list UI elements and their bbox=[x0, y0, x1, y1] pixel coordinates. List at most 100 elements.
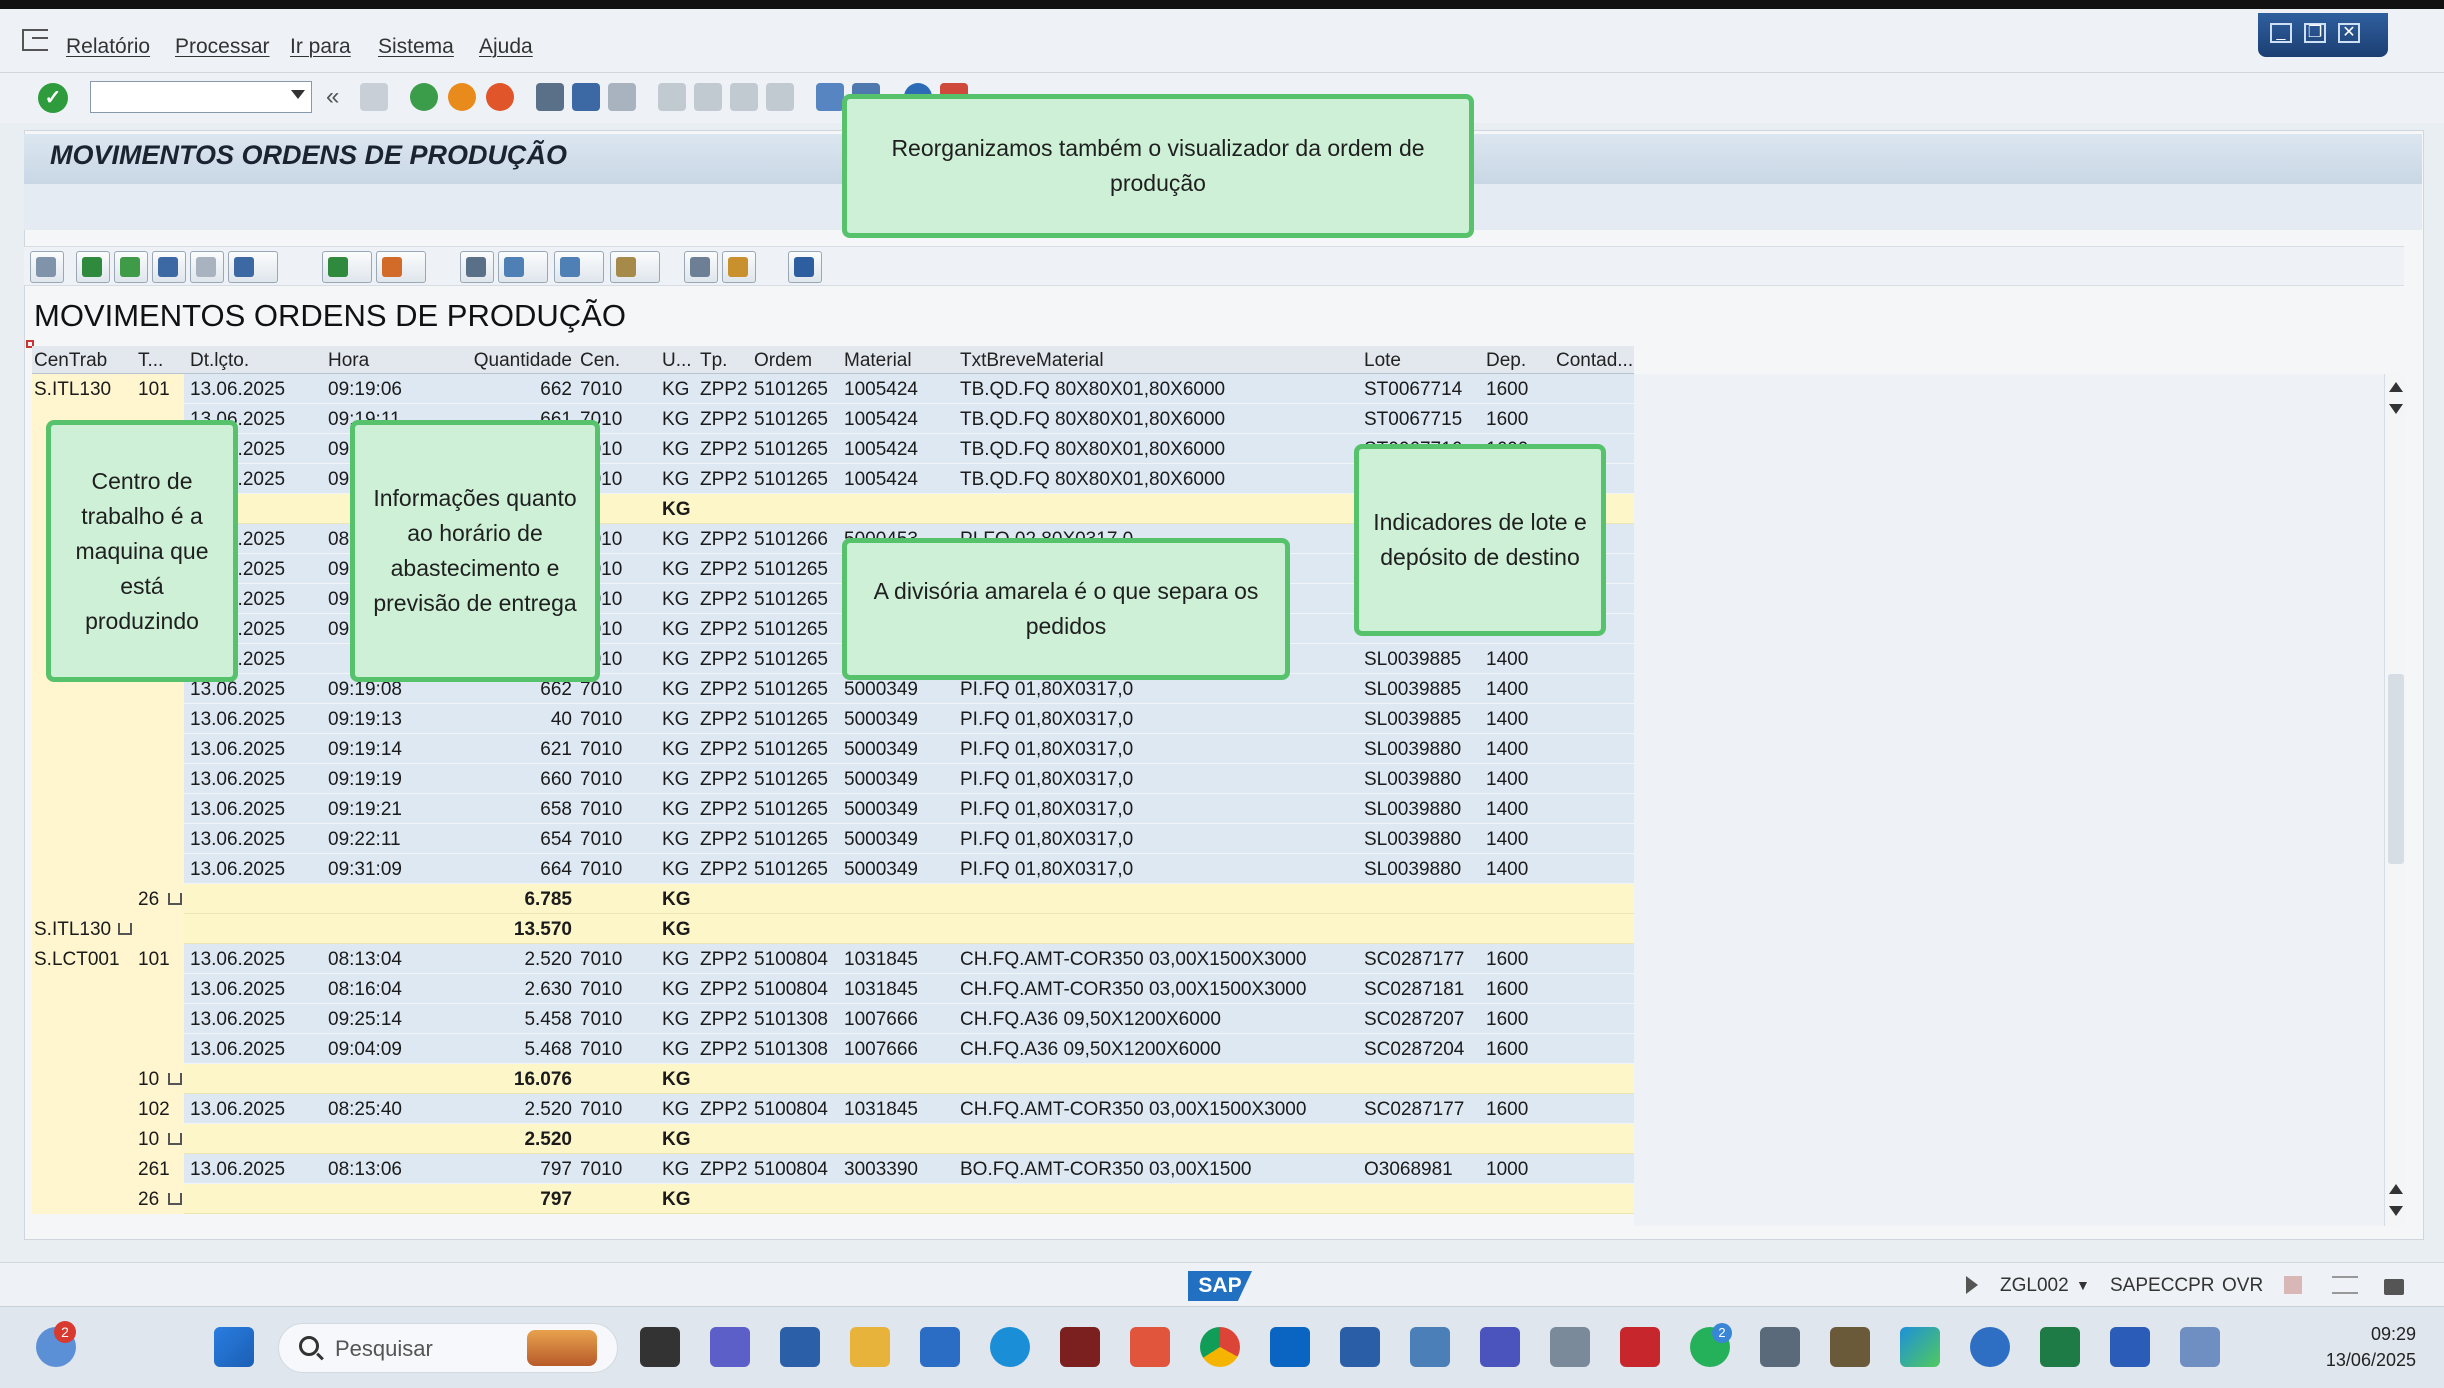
vertical-scrollbar[interactable] bbox=[2384, 374, 2406, 1226]
chevron-down-icon[interactable]: ▼ bbox=[2076, 1277, 2090, 1293]
export-button[interactable] bbox=[554, 251, 604, 283]
column-header-movement-type[interactable]: T... bbox=[138, 350, 186, 372]
taskbar-search[interactable]: Pesquisar bbox=[278, 1323, 618, 1373]
menu-processar[interactable]: Processar bbox=[175, 35, 270, 59]
table-row[interactable]: 13.06.202509:19:116617010KGZPP2510126510… bbox=[32, 404, 1634, 434]
column-header-order[interactable]: Ordem bbox=[754, 350, 840, 372]
cancel-icon[interactable] bbox=[486, 83, 514, 111]
print-preview-button[interactable] bbox=[460, 251, 494, 283]
details-button[interactable] bbox=[30, 251, 64, 283]
sap-gui-icon[interactable] bbox=[1410, 1327, 1450, 1367]
table-row[interactable]: 13.06.2025 09:19:13 40 7010 KG ZPP2 5101265 500… bbox=[32, 704, 1634, 734]
chevron-down-icon[interactable] bbox=[291, 90, 305, 99]
column-header-unit[interactable]: U... bbox=[662, 350, 698, 372]
subtotal-row[interactable]: S.ITL13013.570KG23 bbox=[32, 914, 1658, 944]
table-row[interactable]: 13.06.20257010KGZPP25101265SL00398851400 bbox=[32, 644, 1634, 674]
double-left-arrow-icon[interactable]: « bbox=[326, 83, 354, 111]
scroll-up-icon[interactable] bbox=[2389, 382, 2403, 392]
menu-relatorio[interactable]: Relatório bbox=[66, 35, 150, 59]
word-icon[interactable] bbox=[2110, 1327, 2150, 1367]
chart-app-icon[interactable] bbox=[1900, 1327, 1940, 1367]
column-header-order-type[interactable]: Tp. bbox=[700, 350, 750, 372]
page-up-icon[interactable] bbox=[2389, 1184, 2403, 1194]
column-header-material-text[interactable]: TxtBreveMaterial bbox=[960, 350, 1360, 372]
subtotal-row[interactable]: 26797KG1 bbox=[32, 1184, 1658, 1214]
scrollbar-thumb[interactable] bbox=[2388, 674, 2404, 864]
previous-page-icon[interactable] bbox=[694, 83, 722, 111]
subtotal-row[interactable]: 1016.076KG4 bbox=[32, 1064, 1658, 1094]
column-header-quantity[interactable]: Quantidade bbox=[444, 350, 572, 372]
page-down-icon[interactable] bbox=[2389, 404, 2403, 414]
table-row[interactable]: 13.06.2025 09:22:11 654 7010 KG ZPP2 5101265 50… bbox=[32, 824, 1634, 854]
taskbar-clock[interactable]: 09:29 13/06/2025 bbox=[2300, 1321, 2416, 1373]
subtotal-button[interactable] bbox=[376, 251, 426, 283]
back-icon[interactable] bbox=[410, 83, 438, 111]
table-row[interactable]: S.LCT001 101 13.06.2025 08:13:04 2.520 7010 KG… bbox=[32, 944, 1634, 974]
print-icon[interactable] bbox=[536, 83, 564, 111]
sap-logon-icon[interactable] bbox=[1340, 1327, 1380, 1367]
notepad-icon[interactable] bbox=[780, 1327, 820, 1367]
exit-process-icon[interactable] bbox=[448, 83, 476, 111]
table-row[interactable]: 13.06.2025 08:16:04 2.630 7010 KG ZPP2 5100804… bbox=[32, 974, 1634, 1004]
subtotal-row[interactable]: 102.520KG1 bbox=[32, 1124, 1658, 1154]
info-button[interactable] bbox=[788, 251, 822, 283]
sort-descending-button[interactable] bbox=[114, 251, 148, 283]
graphic-button[interactable] bbox=[722, 251, 756, 283]
find-next-button[interactable] bbox=[190, 251, 224, 283]
excel-icon[interactable] bbox=[2040, 1327, 2080, 1367]
command-field[interactable] bbox=[90, 81, 312, 113]
views-button[interactable] bbox=[498, 251, 548, 283]
exit-icon[interactable] bbox=[22, 29, 48, 51]
table-row[interactable]: 13.06.2025 09:19:21 658 7010 KG ZPP2 5101265 50… bbox=[32, 794, 1634, 824]
file-explorer-icon[interactable] bbox=[850, 1327, 890, 1367]
layout-button[interactable] bbox=[610, 251, 660, 283]
vnc-icon[interactable] bbox=[1060, 1327, 1100, 1367]
find-next-icon[interactable] bbox=[608, 83, 636, 111]
close-icon[interactable]: ✕ bbox=[2338, 23, 2360, 43]
column-header-material[interactable]: Material bbox=[844, 350, 952, 372]
last-page-icon[interactable] bbox=[766, 83, 794, 111]
sort-ascending-button[interactable] bbox=[76, 251, 110, 283]
table-row[interactable]: 13.06.2025 09:19:08 662 7010 KG ZPP2 5101265 50… bbox=[32, 674, 1634, 704]
save-icon[interactable] bbox=[360, 83, 388, 111]
table-row[interactable]: 13.06.2025 09:25:14 5.458 7010 KG ZPP2 5101308… bbox=[32, 1004, 1634, 1034]
menu-sistema[interactable]: Sistema bbox=[378, 35, 454, 59]
find-icon[interactable] bbox=[572, 83, 600, 111]
next-page-icon[interactable] bbox=[730, 83, 758, 111]
windows-start-icon[interactable] bbox=[214, 1327, 254, 1367]
filter-button[interactable] bbox=[228, 251, 278, 283]
status-expand-icon[interactable] bbox=[1966, 1276, 1978, 1294]
teams-chat-icon[interactable] bbox=[710, 1327, 750, 1367]
column-header-storage[interactable]: Dep. bbox=[1486, 350, 1542, 372]
table-row[interactable]: 13.06.2025 09:19:19 660 7010 KG ZPP2 5101265 50… bbox=[32, 764, 1634, 794]
column-header-counter[interactable]: Contad... bbox=[1556, 350, 1656, 372]
support-icon[interactable] bbox=[1550, 1327, 1590, 1367]
snipping-tool-icon[interactable] bbox=[2180, 1327, 2220, 1367]
column-header-posting-date[interactable]: Dt.lçto. bbox=[190, 350, 320, 372]
outlook-icon[interactable] bbox=[1270, 1327, 1310, 1367]
lock-icon[interactable] bbox=[2384, 1279, 2404, 1295]
column-header-time[interactable]: Hora bbox=[328, 350, 434, 372]
anydesk-icon[interactable] bbox=[1130, 1327, 1170, 1367]
scroll-down-icon[interactable] bbox=[2389, 1206, 2403, 1216]
table-row[interactable]: 13.06.2025 09:04:09 5.468 7010 KG ZPP2 5101308… bbox=[32, 1034, 1634, 1064]
calculator-icon[interactable] bbox=[1760, 1327, 1800, 1367]
subtotal-row[interactable]: 266.785KG12 bbox=[32, 884, 1658, 914]
column-header-workcenter[interactable]: CenTrab bbox=[34, 350, 130, 372]
table-row[interactable]: 102 13.06.2025 08:25:40 2.520 7010 KG ZPP2 5100… bbox=[32, 1094, 1634, 1124]
minimize-icon[interactable]: _ bbox=[2270, 23, 2292, 43]
table-row[interactable]: 13.06.2025 09:31:09 664 7010 KG ZPP2 5101265 50… bbox=[32, 854, 1634, 884]
task-view-icon[interactable] bbox=[640, 1327, 680, 1367]
acrobat-icon[interactable] bbox=[1620, 1327, 1660, 1367]
column-header-plant[interactable]: Cen. bbox=[580, 350, 658, 372]
menu-ir-para[interactable]: Ir para bbox=[290, 35, 351, 59]
columns-button[interactable] bbox=[684, 251, 718, 283]
store-icon[interactable] bbox=[920, 1327, 960, 1367]
column-header-batch[interactable]: Lote bbox=[1364, 350, 1482, 372]
menu-ajuda[interactable]: Ajuda bbox=[479, 35, 533, 59]
new-session-icon[interactable] bbox=[816, 83, 844, 111]
table-row[interactable]: 13.06.2025 09:19:14 621 7010 KG ZPP2 5101265 50… bbox=[32, 734, 1634, 764]
tools-icon[interactable] bbox=[1830, 1327, 1870, 1367]
teams-icon[interactable] bbox=[1480, 1327, 1520, 1367]
sum-button[interactable] bbox=[322, 251, 372, 283]
